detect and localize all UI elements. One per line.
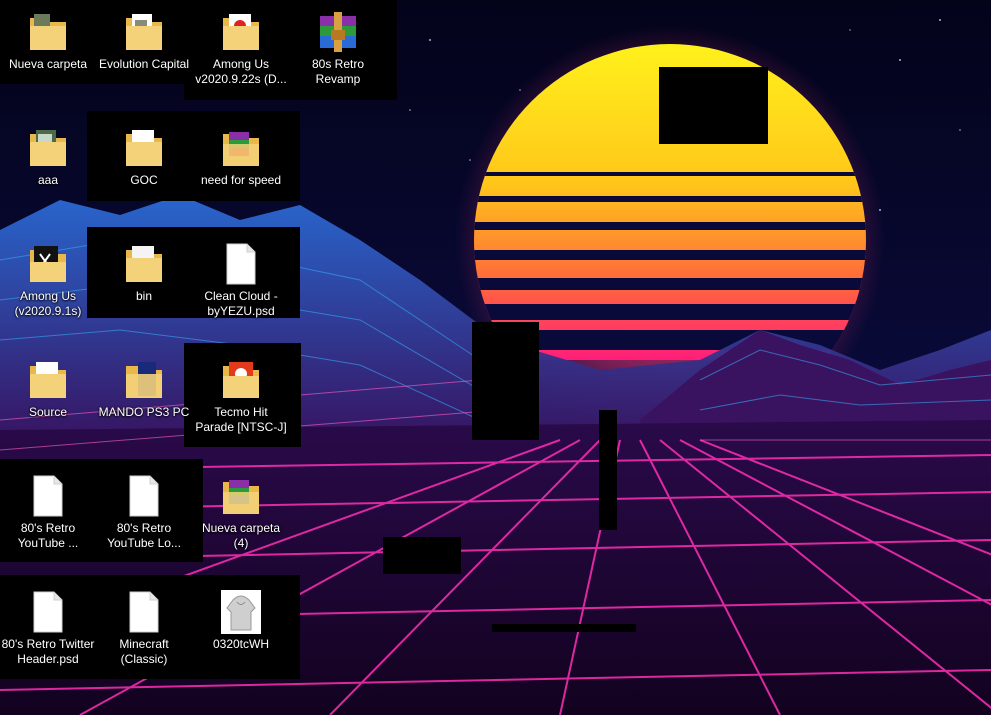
icon-label: 0320tcWH [212,637,270,651]
redaction-block [599,410,617,530]
folder-icon [124,126,164,170]
folder-icon [28,10,68,54]
icon-label: MANDO PS3 PC [98,405,190,419]
winrar-archive-icon [318,10,358,54]
icon-label: Clean Cloud - byYEZU.psd [204,289,278,318]
desktop-icon-aaa[interactable]: aaa [0,116,96,228]
desktop-icon-80s-retro-twitter-header[interactable]: 80's Retro Twitter Header.psd [0,580,96,692]
hoodie-image-icon [221,590,261,634]
folder-icon [28,126,68,170]
folder-icon [28,358,68,402]
icon-label: Among Us v2020.9.22s (D... [195,57,287,86]
folder-icon [124,242,164,286]
blank-file-icon [28,590,68,634]
desktop-icon-evolution-capital[interactable]: Evolution Capital [96,0,192,112]
icon-label: aaa [37,173,59,187]
icon-label: Nueva carpeta (4) [201,521,281,550]
desktop-icon-goc[interactable]: GOC [96,116,192,228]
desktop-icon-among-us-2020-9-1s[interactable]: Among Us (v2020.9.1s) [0,232,96,344]
blank-file-icon [221,242,261,286]
folder-icon [221,358,261,402]
icon-label: Among Us (v2020.9.1s) [14,289,82,318]
folder-icon [28,242,68,286]
desktop-icon-need-for-speed[interactable]: need for speed [193,116,289,228]
desktop-icon-mando-ps3-pc[interactable]: MANDO PS3 PC [96,348,192,460]
winrar-folder-icon [221,126,261,170]
desktop-icon-nueva-carpeta-4[interactable]: Nueva carpeta (4) [193,464,289,576]
icon-label: need for speed [200,173,282,187]
desktop-icon-80s-retro-youtube-logo[interactable]: 80's Retro YouTube Lo... [96,464,192,576]
redaction-block [383,537,461,574]
redaction-block [472,322,539,440]
desktop-icon-among-us-2020-9-22s[interactable]: Among Us v2020.9.22s (D... [193,0,289,112]
icon-label: 80s Retro Revamp [311,57,365,86]
icon-label: Nueva carpeta [8,57,88,71]
desktop-icon-0320tcwh[interactable]: 0320tcWH [193,580,289,692]
icon-label: GOC [130,173,158,187]
desktop-icon-bin[interactable]: bin [96,232,192,344]
icon-label: bin [135,289,152,303]
icon-label: 80's Retro Twitter Header.psd [1,637,95,666]
desktop-icon-clean-cloud-psd[interactable]: Clean Cloud - byYEZU.psd [193,232,289,344]
desktop-icon-80s-retro-youtube[interactable]: 80's Retro YouTube ... [0,464,96,576]
desktop-icon-minecraft-classic[interactable]: Minecraft (Classic) [96,580,192,692]
folder-icon [124,10,164,54]
blank-file-icon [28,474,68,518]
blank-file-icon [124,590,164,634]
desktop-icon-source[interactable]: Source [0,348,96,460]
redaction-block [492,624,636,632]
icon-label: Source [28,405,68,419]
desktop-icon-nueva-carpeta[interactable]: Nueva carpeta [0,0,96,112]
desktop-icon-tecmo-hit-parade[interactable]: Tecmo Hit Parade [NTSC-J] [193,348,289,460]
icon-label: Tecmo Hit Parade [NTSC-J] [195,405,287,434]
icon-label: 80's Retro YouTube ... [17,521,79,550]
redaction-block [659,67,768,144]
folder-icon [124,358,164,402]
blank-file-icon [124,474,164,518]
desktop-icon-80s-retro-revamp[interactable]: 80s Retro Revamp [290,0,386,112]
icon-label: 80's Retro YouTube Lo... [107,521,181,550]
winrar-folder-icon [221,474,261,518]
icon-label: Minecraft (Classic) [119,637,169,666]
icon-label: Evolution Capital [98,57,190,71]
folder-icon [221,10,261,54]
